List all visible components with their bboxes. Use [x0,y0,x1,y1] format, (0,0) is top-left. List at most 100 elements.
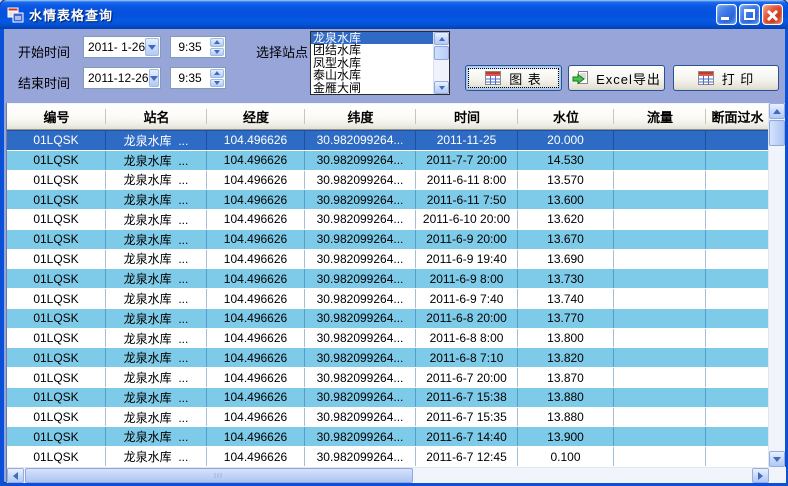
table-cell: 13.880 [518,388,614,407]
table-row[interactable]: 01LQSK龙泉水库 ...104.49662630.982099264...2… [7,190,769,210]
column-header[interactable]: 编号 [7,104,106,129]
table-cell: 01LQSK [7,269,106,288]
start-time-down-button[interactable] [210,48,224,57]
scrollbar-thumb[interactable] [25,468,413,483]
table-cell: 104.496626 [207,309,305,328]
table-cell: 龙泉水库 ... [106,329,207,348]
maximize-button[interactable] [739,4,760,25]
table-row[interactable]: 01LQSK龙泉水库 ...104.49662630.982099264...2… [7,348,769,368]
table-cell: 13.870 [518,368,614,387]
scroll-right-button[interactable] [752,468,769,483]
station-list-item[interactable]: 团结水库 [311,44,433,56]
table-cell: 01LQSK [7,348,106,367]
station-list-item[interactable]: 金雁大闸 [311,82,433,94]
table-cell [614,289,706,308]
scrollbar-track[interactable] [769,146,785,451]
end-time-up-button[interactable] [210,69,224,78]
table-cell: 2011-11-25 [416,131,518,150]
chevron-up-icon [214,40,220,44]
scrollbar-thumb[interactable] [769,120,785,146]
start-date-picker[interactable]: 2011- 1-26 [83,36,161,58]
close-button[interactable] [762,4,783,25]
end-date-dropdown-button[interactable] [149,69,160,87]
print-button[interactable]: 打 印 [673,65,779,91]
table-cell: 2011-6-8 8:00 [416,329,518,348]
table-row[interactable]: 01LQSK龙泉水库 ...104.49662630.982099264...2… [7,130,769,151]
table-row[interactable]: 01LQSK龙泉水库 ...104.49662630.982099264...2… [7,329,769,349]
table-cell: 龙泉水库 ... [106,388,207,407]
table-cell: 104.496626 [207,368,305,387]
column-header[interactable]: 时间 [416,104,518,129]
scroll-left-button[interactable] [7,468,24,483]
table-cell: 01LQSK [7,368,106,387]
table-row[interactable]: 01LQSK龙泉水库 ...104.49662630.982099264...2… [7,309,769,329]
table-cell [614,131,706,150]
table-cell: 2011-6-7 12:45 [416,447,518,466]
table-cell: 13.800 [518,329,614,348]
excel-export-button[interactable]: Excel导出 [568,65,665,91]
table-cell: 2011-6-8 7:10 [416,348,518,367]
station-listbox[interactable]: 龙泉水库团结水库凤型水库泰山水库金雁大闸 [310,31,450,95]
scrollbar-track[interactable] [413,468,752,483]
table-cell [614,348,706,367]
start-time-value: 9:35 [171,37,209,57]
scrollbar-thumb[interactable] [434,46,449,60]
scrollbar-track[interactable] [434,60,449,81]
table-cell [706,388,769,407]
station-list-item[interactable]: 泰山水库 [311,69,433,81]
table-row[interactable]: 01LQSK龙泉水库 ...104.49662630.982099264...2… [7,289,769,309]
column-header[interactable]: 纬度 [305,104,416,129]
table-row[interactable]: 01LQSK龙泉水库 ...104.49662630.982099264...2… [7,427,769,447]
chevron-down-icon [439,86,445,90]
table-cell: 2011-6-11 8:00 [416,171,518,190]
table-cell: 01LQSK [7,408,106,427]
table-cell: 龙泉水库 ... [106,230,207,249]
table-row[interactable]: 01LQSK龙泉水库 ...104.49662630.982099264...2… [7,250,769,270]
excel-export-icon [572,71,588,86]
minimize-button[interactable] [716,4,737,25]
table-cell: 13.880 [518,408,614,427]
table-cell: 龙泉水库 ... [106,408,207,427]
listbox-scrollbar[interactable] [433,32,449,94]
table-row[interactable]: 01LQSK龙泉水库 ...104.49662630.982099264...2… [7,408,769,428]
table-cell: 01LQSK [7,388,106,407]
table-row[interactable]: 01LQSK龙泉水库 ...104.49662630.982099264...2… [7,388,769,408]
grid-header-row: 编号站名经度纬度时间水位流量断面过水 [7,103,769,130]
end-date-picker[interactable]: 2011-12-26 [83,67,161,89]
vertical-scrollbar[interactable] [768,103,785,467]
scroll-up-button[interactable] [769,103,785,119]
end-time-down-button[interactable] [210,79,224,88]
table-cell: 01LQSK [7,447,106,466]
start-time-up-button[interactable] [210,38,224,47]
column-header[interactable]: 水位 [518,104,614,129]
table-cell: 2011-6-9 7:40 [416,289,518,308]
scroll-down-button[interactable] [769,451,785,467]
table-cell: 104.496626 [207,151,305,170]
table-row[interactable]: 01LQSK龙泉水库 ...104.49662630.982099264...2… [7,210,769,230]
scroll-down-button[interactable] [434,81,449,94]
column-header[interactable]: 断面过水 [706,104,769,129]
table-cell: 30.982099264... [305,289,416,308]
table-row[interactable]: 01LQSK龙泉水库 ...104.49662630.982099264...2… [7,171,769,191]
horizontal-scrollbar[interactable] [7,467,769,483]
end-time-label: 结束时间 [18,73,70,92]
table-cell [614,309,706,328]
table-cell: 13.670 [518,230,614,249]
column-header[interactable]: 站名 [106,104,207,129]
start-date-dropdown-button[interactable] [145,38,159,56]
table-row[interactable]: 01LQSK龙泉水库 ...104.49662630.982099264...2… [7,151,769,171]
start-time-spinner[interactable]: 9:35 [170,36,226,58]
end-time-spinner[interactable]: 9:35 [170,67,226,89]
table-cell: 104.496626 [207,230,305,249]
chevron-down-icon [773,457,781,462]
table-row[interactable]: 01LQSK龙泉水库 ...104.49662630.982099264...2… [7,230,769,250]
table-cell [614,368,706,387]
column-header[interactable]: 流量 [614,104,706,129]
chart-button[interactable]: 图 表 [465,65,562,91]
scroll-up-button[interactable] [434,32,449,45]
column-header[interactable]: 经度 [207,104,305,129]
table-row[interactable]: 01LQSK龙泉水库 ...104.49662630.982099264...2… [7,447,769,467]
table-row[interactable]: 01LQSK龙泉水库 ...104.49662630.982099264...2… [7,368,769,388]
table-row[interactable]: 01LQSK龙泉水库 ...104.49662630.982099264...2… [7,269,769,289]
table-cell: 龙泉水库 ... [106,131,207,150]
